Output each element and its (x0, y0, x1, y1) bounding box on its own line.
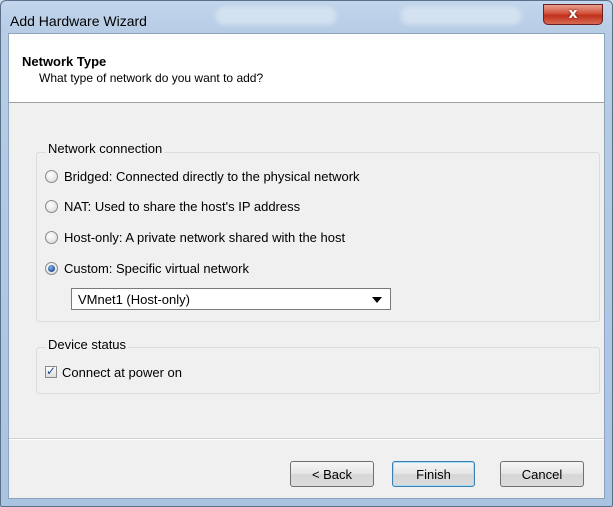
back-button[interactable]: < Back (290, 461, 374, 487)
close-icon: x (568, 6, 578, 22)
wizard-window: Add Hardware Wizard x Network Type What … (0, 0, 613, 507)
connect-at-power-on-checkbox[interactable] (45, 364, 57, 378)
cancel-button[interactable]: Cancel (500, 461, 584, 487)
radio-label: Custom: Specific virtual network (64, 260, 249, 276)
checkbox-label: Connect at power on (62, 364, 182, 380)
radio-label: Host-only: A private network shared with… (64, 229, 346, 245)
connect-at-power-on-option[interactable]: Connect at power on (45, 362, 182, 382)
finish-button[interactable]: Finish (392, 461, 475, 487)
radio-option-nat[interactable]: NAT: Used to share the host's IP address (45, 196, 300, 216)
device-status-legend: Device status (46, 337, 129, 352)
custom-network-value: VMnet1 (Host-only) (78, 292, 190, 307)
radio-button-selected[interactable] (45, 261, 58, 275)
footer-divider (9, 438, 604, 440)
wizard-body: Network Type What type of network do you… (8, 33, 605, 499)
window-title: Add Hardware Wizard (10, 13, 147, 29)
radio-label: NAT: Used to share the host's IP address (64, 198, 301, 214)
title-bar-glass-deco (401, 7, 521, 25)
close-button[interactable]: x (543, 4, 603, 25)
radio-option-host-only[interactable]: Host-only: A private network shared with… (45, 227, 345, 247)
wizard-header: Network Type What type of network do you… (9, 34, 604, 103)
radio-option-bridged[interactable]: Bridged: Connected directly to the physi… (45, 166, 360, 186)
dropdown-arrow-icon[interactable] (372, 297, 382, 303)
radio-button[interactable] (45, 199, 58, 213)
radio-button[interactable] (45, 169, 58, 183)
network-connection-legend: Network connection (46, 141, 165, 156)
title-bar-glass-deco (216, 7, 336, 25)
custom-network-select[interactable]: VMnet1 (Host-only) (71, 288, 391, 310)
radio-button[interactable] (45, 230, 58, 244)
radio-label: Bridged: Connected directly to the physi… (64, 168, 360, 184)
page-subtitle: What type of network do you want to add? (39, 71, 264, 85)
page-title: Network Type (22, 54, 107, 69)
radio-option-custom[interactable]: Custom: Specific virtual network (45, 258, 249, 278)
title-bar[interactable]: Add Hardware Wizard x (1, 1, 612, 37)
